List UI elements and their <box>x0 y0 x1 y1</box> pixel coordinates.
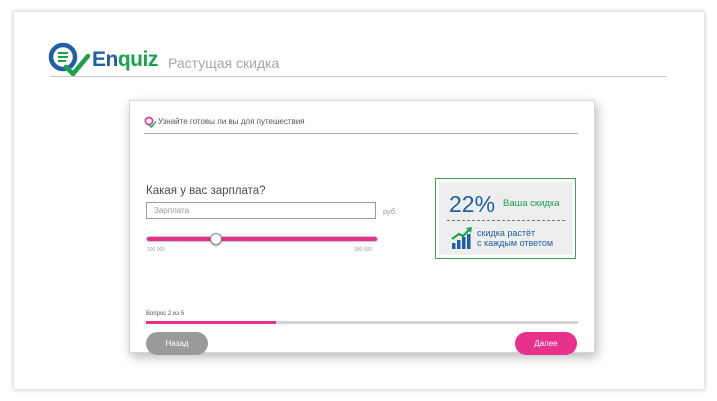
discount-label: Ваша скидка <box>503 198 560 209</box>
progress-label: Вопрос 2 из 5 <box>146 311 185 317</box>
salary-slider-handle[interactable] <box>209 233 222 245</box>
header-divider <box>50 76 666 77</box>
discount-value: 22% <box>449 191 496 217</box>
currency-label: руб. <box>383 207 398 216</box>
back-button[interactable]: Назад <box>146 332 208 355</box>
brand-name: Enquiz <box>92 48 158 71</box>
page-subtitle: Растущая скидка <box>168 55 280 71</box>
discount-divider <box>447 220 565 221</box>
slider-min-label: 100 000 <box>147 247 166 253</box>
next-button[interactable]: Далее <box>515 332 577 355</box>
salary-slider-track[interactable] <box>146 236 378 242</box>
growth-text: скидка растёт с каждым ответом <box>477 228 569 248</box>
growth-text-line2: с каждым ответом <box>477 238 554 248</box>
progress-bar-fill <box>146 321 276 324</box>
enquiz-logo: Enquiz <box>48 42 178 78</box>
search-list-check-icon <box>48 42 90 77</box>
card-divider <box>144 133 578 134</box>
card-title: Узнайте готовы ли вы для путешествия <box>158 117 305 126</box>
growth-chart-icon <box>451 227 472 249</box>
salary-input[interactable] <box>146 202 376 219</box>
discount-panel: 22% Ваша скидка скидка растёт с каждым о… <box>435 178 576 259</box>
small-quiz-icon <box>144 116 156 128</box>
discount-panel-inner: 22% Ваша скидка скидка растёт с каждым о… <box>439 182 572 255</box>
quiz-card: Узнайте готовы ли вы для путешествия Как… <box>129 100 595 355</box>
slider-max-label: 300 000 <box>354 247 373 253</box>
question-text: Какая у вас зарплата? <box>146 185 266 197</box>
progress-bar <box>146 321 578 324</box>
growth-text-line1: скидка растёт <box>477 228 536 238</box>
page-frame: Enquiz Растущая скидка Узнайте готовы ли… <box>14 12 704 389</box>
